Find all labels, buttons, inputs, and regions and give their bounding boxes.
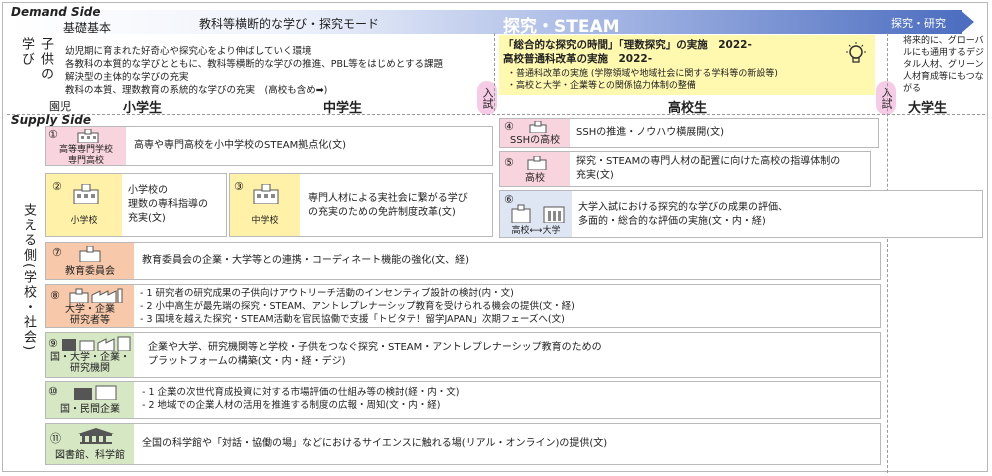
row-label: 高校⟷大学: [511, 226, 561, 236]
row-text: SSHの推進・ノウハウ横展開(文): [576, 127, 725, 138]
school-building-icon: [529, 121, 547, 133]
progression-arrow: [7, 10, 962, 34]
lightbulb-icon: [846, 42, 866, 63]
row-text: 高専や専門高校を小中学校のSTEAM拠点化(文): [134, 140, 347, 151]
factory-icon: [69, 288, 123, 303]
diagram-frame: Demand Side 基礎基本 教科等横断的な学び・探究モード 探究・STEA…: [2, 2, 988, 473]
school-building-icon: [77, 129, 99, 143]
row-label-cell: ⑥ 高校⟷大学: [500, 191, 572, 237]
children-learning-label: 子供の学び: [19, 37, 53, 82]
row-number: ⑤: [504, 156, 514, 169]
demand-line: 各教科の本質的な学びとともに、教科等横断的な学びの推進、PBL等をはじめとする課…: [65, 59, 443, 70]
row-number: ⑨: [48, 337, 58, 350]
support-side-label: 支える側(学校・社会): [21, 203, 36, 353]
row-text: 企業や大学、研究機関等と学校・子供をつなぐ探究・STEAM・アントレプレナーシッ…: [148, 342, 602, 367]
row-label: 大学・企業 研究者等: [65, 304, 115, 326]
demand-text: 幼児期に育まれた好奇心や探究心をより伸ばしていく環境 各教科の本質的な学びととも…: [65, 45, 505, 97]
institutions-icon: [62, 336, 131, 351]
row-label-cell: ⑤ 高校: [500, 152, 570, 186]
supply-row-4: ④ SSHの高校 SSHの推進・ノウハウ横展開(文): [499, 118, 879, 148]
supply-row-9: ⑨ 国・大学・企業・ 研究機関 企業や大学、研究機関等と学校・子供をつなぐ探究・…: [45, 332, 881, 378]
cross-subject-label: 教科等横断的な学び・探究モード: [199, 17, 380, 31]
row-text: - 1 企業の次世代育成投資に対する市場評価の仕組み等の検討(経・内・文) - …: [142, 386, 459, 412]
row-text: 全国の科学館や「対話・協働の場」などにおけるサイエンスに触れる場(リアル・オンラ…: [142, 438, 608, 449]
row-text: 専門人材による実社会に繋がる学び の充実のための免許制度改革(文): [308, 193, 468, 218]
row-number: ⑩: [48, 385, 58, 398]
steam-label: 探究・STEAM: [503, 17, 620, 37]
row-line: - 3 国境を越えた探究・STEAM活動を官民協働で支援「トビタテ！留学JAPA…: [140, 314, 565, 325]
school-university-icon: [511, 204, 565, 223]
museum-icon: [78, 428, 114, 444]
row-label-cell: ⑪ 図書館、科学館: [46, 424, 134, 464]
supply-row-3: ③ 中学校 専門人材による実社会に繋がる学び の充実のための免許制度改革(文): [229, 173, 493, 237]
stage-enji: 園児: [49, 100, 71, 113]
row-label-cell: ⑧ 大学・企業 研究者等: [46, 285, 134, 327]
highschool-bullet-1: ・普通科改革の実施 (学際領域や地域社会に関する学科等の新設等): [507, 69, 778, 79]
demand-line: 幼児期に育まれた好奇心や探究心をより伸ばしていく環境: [65, 46, 312, 57]
row-label-cell: ③ 中学校: [230, 174, 300, 236]
row-text: 探究・STEAMの専門人材の配置に向けた高校の指導体制の 充実(文): [576, 156, 841, 181]
demand-line: 解決型の主体的な学びの充実: [65, 72, 189, 83]
school-building-icon: [73, 184, 99, 204]
row-number: ⑧: [50, 289, 60, 302]
row-label: SSHの高校: [509, 135, 561, 146]
row-line: - 1 研究者の研究成果の子供向けアウトリーチ活動のインセンティブ設計の検討(内…: [140, 288, 514, 299]
supply-row-1: ① 高等専門学校 専門高校 高専や専門高校を小中学校のSTEAM拠点化(文): [45, 126, 493, 166]
row-label: 国・大学・企業・ 研究機関: [50, 352, 130, 374]
supply-row-10: ⑩ 国・民間企業 - 1 企業の次世代育成投資に対する市場評価の仕組み等の検討(…: [45, 381, 881, 419]
highschool-reform-box: 「総合的な探究の時間」「理数探究」の実施 2022- 高校普通科改革の実施 20…: [499, 35, 875, 95]
row-label: 図書館、科学館: [55, 450, 125, 461]
row-label-cell: ④ SSHの高校: [500, 119, 570, 147]
demand-side-label: Demand Side: [11, 5, 101, 19]
divider: [494, 33, 495, 111]
row-line: - 1 企業の次世代育成投資に対する市場評価の仕組み等の検討(経・内・文): [142, 387, 460, 398]
row-text: - 1 研究者の研究成果の子供向けアウトリーチ活動のインセンティブ設計の検討(内…: [140, 287, 575, 326]
supply-row-8: ⑧ 大学・企業 研究者等 - 1 研究者の研究成果の子供向けアウトリーチ活動のイ…: [45, 284, 881, 328]
tankyu-kenkyu-label: 探究・研究: [891, 17, 946, 30]
entrance-exam-badge-2: 入試: [876, 81, 896, 115]
highschool-bullet-2: ・高校と大学・企業等との関係協力体制の整備: [507, 81, 696, 91]
row-number: ⑦: [52, 246, 62, 259]
row-label: 高等専門学校 専門高校: [58, 145, 113, 166]
row-label: 高校: [525, 173, 545, 184]
row-label: 中学校: [251, 216, 279, 226]
supply-row-11: ⑪ 図書館、科学館 全国の科学館や「対話・協働の場」などにおけるサイエンスに触れ…: [45, 423, 881, 465]
school-building-icon: [79, 246, 101, 262]
row-text: 大学入試における探究的な学びの成果の評価、 多面的・総合的な評価の実施(文・内・…: [578, 202, 788, 227]
row-line: - 2 地域での企業人材の活用を推進する制度の広報・周知(文・内・経): [142, 400, 441, 411]
divider: [887, 33, 888, 473]
row-label-cell: ⑨ 国・大学・企業・ 研究機関: [46, 333, 134, 377]
row-text: 教育委員会の企業・大学等との連携・コーディネート機能の強化(文、経): [142, 255, 470, 266]
supply-row-2: ② 小学校 小学校の 理数の専科指導の 充実(文): [45, 173, 227, 237]
future-note: 将来的に、グローバルにも通用するデジタル人材、グリーン人材育成等にもつながる: [903, 36, 985, 94]
row-label: 国・民間企業: [60, 404, 120, 415]
row-label-cell: ⑦ 教育委員会: [46, 243, 134, 279]
row-number: ①: [48, 128, 58, 141]
supply-row-7: ⑦ 教育委員会 教育委員会の企業・大学等との連携・コーディネート機能の強化(文、…: [45, 242, 881, 280]
row-text: 小学校の 理数の専科指導の 充実(文): [128, 185, 208, 224]
row-number: ⑪: [50, 432, 61, 445]
row-number: ④: [504, 120, 514, 133]
row-label: 小学校: [70, 216, 98, 226]
kiso-label: 基礎基本: [63, 21, 112, 35]
row-number: ③: [234, 180, 244, 193]
supply-row-6: ⑥ 高校⟷大学 大学入試における探究的な学びの成果の評価、 多面的・総合的な評価…: [499, 190, 983, 238]
highschool-title-2: 高校普通科改革の実施 2022-: [503, 53, 653, 65]
row-number: ②: [52, 180, 62, 193]
row-label-cell: ① 高等専門学校 専門高校: [46, 127, 126, 166]
school-building-icon: [527, 156, 547, 170]
school-building-icon: [253, 184, 279, 204]
supply-row-5: ⑤ 高校 探究・STEAMの専門人材の配置に向けた高校の指導体制の 充実(文): [499, 151, 871, 187]
row-label: 教育委員会: [65, 266, 115, 277]
government-company-icon: [74, 385, 117, 400]
progression-arrow-head: [960, 10, 974, 34]
highschool-title-1: 「総合的な探究の時間」「理数探究」の実施 2022-: [503, 39, 752, 51]
supply-side-label: Supply Side: [11, 113, 91, 127]
demand-line: 教科の本質、理数教育の系統的な学びの充実 (高校も含め➡): [65, 85, 328, 96]
row-label-cell: ② 小学校: [46, 174, 122, 236]
row-line: - 2 小中高生が最先端の探究・STEAM、アントレプレナーシップ教育を受けられ…: [140, 301, 575, 312]
section-divider: [7, 114, 985, 115]
row-label-cell: ⑩ 国・民間企業: [46, 382, 134, 418]
